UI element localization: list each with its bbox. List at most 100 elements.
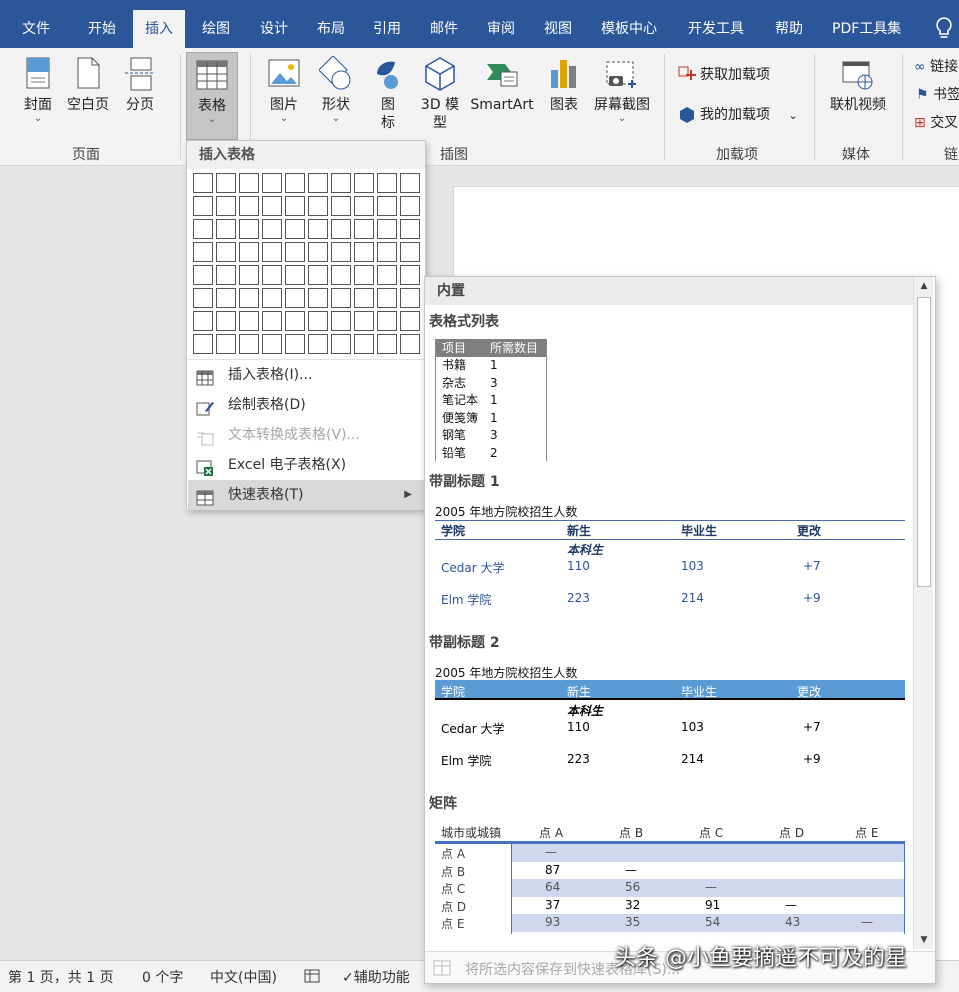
- grid-cell[interactable]: [193, 265, 213, 285]
- grid-cell[interactable]: [308, 311, 328, 331]
- grid-cell[interactable]: [331, 196, 351, 216]
- grid-cell[interactable]: [262, 173, 282, 193]
- grid-cell[interactable]: [262, 265, 282, 285]
- scrollbar-thumb[interactable]: [917, 297, 931, 587]
- grid-cell[interactable]: [216, 265, 236, 285]
- grid-cell[interactable]: [216, 242, 236, 262]
- lightbulb-icon[interactable]: [934, 16, 954, 42]
- grid-cell[interactable]: [400, 288, 420, 308]
- grid-cell[interactable]: [193, 288, 213, 308]
- grid-cell[interactable]: [285, 173, 305, 193]
- grid-cell[interactable]: [193, 311, 213, 331]
- grid-cell[interactable]: [354, 196, 374, 216]
- grid-cell[interactable]: [331, 173, 351, 193]
- blank-page-button[interactable]: 空白页: [62, 56, 114, 114]
- with-subheads-1-preview[interactable]: 2005 年地方院校招生人数 学院 新生 毕业生 更改 本科生 Cedar 大学 110 103…: [435, 503, 905, 613]
- grid-cell[interactable]: [331, 242, 351, 262]
- grid-cell[interactable]: [354, 219, 374, 239]
- grid-cell[interactable]: [285, 219, 305, 239]
- tab-review[interactable]: 审阅: [475, 10, 527, 48]
- icons-button[interactable]: 图 标: [366, 56, 410, 132]
- grid-cell[interactable]: [354, 311, 374, 331]
- grid-cell[interactable]: [262, 288, 282, 308]
- with-subheads-2-preview[interactable]: 2005 年地方院校招生人数 学院 新生 毕业生 更改 本科生 Cedar 大学 110 103…: [435, 664, 905, 774]
- grid-cell[interactable]: [331, 334, 351, 354]
- grid-cell[interactable]: [308, 265, 328, 285]
- grid-cell[interactable]: [193, 219, 213, 239]
- bookmark-button[interactable]: ⚑ 书签: [916, 84, 959, 106]
- grid-cell[interactable]: [400, 311, 420, 331]
- smartart-button[interactable]: SmartArt: [466, 56, 538, 114]
- grid-cell[interactable]: [239, 334, 259, 354]
- grid-cell[interactable]: [285, 265, 305, 285]
- page-count[interactable]: 第 1 页，共 1 页: [8, 967, 114, 987]
- pictures-button[interactable]: 图片 ⌄: [262, 56, 306, 124]
- grid-cell[interactable]: [262, 219, 282, 239]
- grid-cell[interactable]: [239, 265, 259, 285]
- grid-cell[interactable]: [285, 242, 305, 262]
- grid-cell[interactable]: [308, 219, 328, 239]
- grid-cell[interactable]: [331, 311, 351, 331]
- grid-cell[interactable]: [377, 173, 397, 193]
- grid-cell[interactable]: [377, 196, 397, 216]
- grid-cell[interactable]: [377, 288, 397, 308]
- grid-cell[interactable]: [354, 288, 374, 308]
- tab-view[interactable]: 视图: [532, 10, 584, 48]
- grid-cell[interactable]: [377, 311, 397, 331]
- tabular-list-preview[interactable]: 项目 所需数目 书籍 1 杂志 3 笔记本 1 便笺簿 1 钢笔 3 铅笔 2: [435, 339, 547, 461]
- tab-draw[interactable]: 绘图: [190, 10, 242, 48]
- grid-cell[interactable]: [239, 288, 259, 308]
- grid-cell[interactable]: [400, 173, 420, 193]
- grid-cell[interactable]: [354, 242, 374, 262]
- tab-help[interactable]: 帮助: [763, 10, 815, 48]
- grid-cell[interactable]: [239, 219, 259, 239]
- draw-table-item[interactable]: 绘制表格(D): [188, 390, 424, 420]
- link-button[interactable]: ∞ 链接: [914, 56, 958, 78]
- grid-cell[interactable]: [308, 196, 328, 216]
- chart-button[interactable]: 图表: [542, 56, 586, 114]
- macro-record-icon[interactable]: [304, 969, 320, 983]
- cover-page-button[interactable]: 封面 ⌄: [16, 56, 60, 124]
- accessibility-button[interactable]: ✓辅助功能: [342, 967, 410, 987]
- insert-table-item[interactable]: 插入表格(I)...: [188, 360, 424, 390]
- grid-cell[interactable]: [216, 173, 236, 193]
- tab-home[interactable]: 开始: [76, 10, 128, 48]
- grid-cell[interactable]: [285, 196, 305, 216]
- tab-design[interactable]: 设计: [248, 10, 300, 48]
- grid-cell[interactable]: [400, 265, 420, 285]
- grid-cell[interactable]: [216, 288, 236, 308]
- language-indicator[interactable]: 中文(中国): [210, 967, 277, 987]
- grid-cell[interactable]: [193, 173, 213, 193]
- grid-cell[interactable]: [285, 334, 305, 354]
- grid-cell[interactable]: [239, 311, 259, 331]
- get-addins-button[interactable]: 获取加载项: [678, 64, 770, 86]
- grid-cell[interactable]: [193, 196, 213, 216]
- grid-cell[interactable]: [377, 334, 397, 354]
- grid-cell[interactable]: [239, 242, 259, 262]
- grid-cell[interactable]: [216, 311, 236, 331]
- grid-cell[interactable]: [193, 242, 213, 262]
- grid-cell[interactable]: [262, 242, 282, 262]
- word-count[interactable]: 0 个字: [142, 967, 183, 987]
- grid-cell[interactable]: [377, 242, 397, 262]
- shapes-button[interactable]: 形状 ⌄: [314, 55, 358, 124]
- grid-cell[interactable]: [400, 242, 420, 262]
- grid-cell[interactable]: [400, 196, 420, 216]
- cross-reference-button[interactable]: ⊞ 交叉: [914, 112, 958, 134]
- gallery-scrollbar[interactable]: ▲ ▼: [913, 277, 933, 949]
- tab-mailings[interactable]: 邮件: [418, 10, 470, 48]
- grid-cell[interactable]: [262, 196, 282, 216]
- tab-pdf-tools[interactable]: PDF工具集: [820, 10, 913, 48]
- grid-cell[interactable]: [239, 173, 259, 193]
- grid-cell[interactable]: [377, 219, 397, 239]
- grid-cell[interactable]: [331, 219, 351, 239]
- grid-cell[interactable]: [193, 334, 213, 354]
- matrix-preview[interactable]: 城市或城镇点 A点 B点 C点 D点 E点 A — 点 B 87— 点 C 64 56— 点 …: [435, 822, 905, 934]
- grid-cell[interactable]: [400, 219, 420, 239]
- grid-cell[interactable]: [308, 173, 328, 193]
- page-break-button[interactable]: 分页: [118, 56, 162, 114]
- grid-cell[interactable]: [308, 334, 328, 354]
- grid-cell[interactable]: [285, 288, 305, 308]
- grid-cell[interactable]: [285, 311, 305, 331]
- tab-insert[interactable]: 插入: [133, 10, 185, 48]
